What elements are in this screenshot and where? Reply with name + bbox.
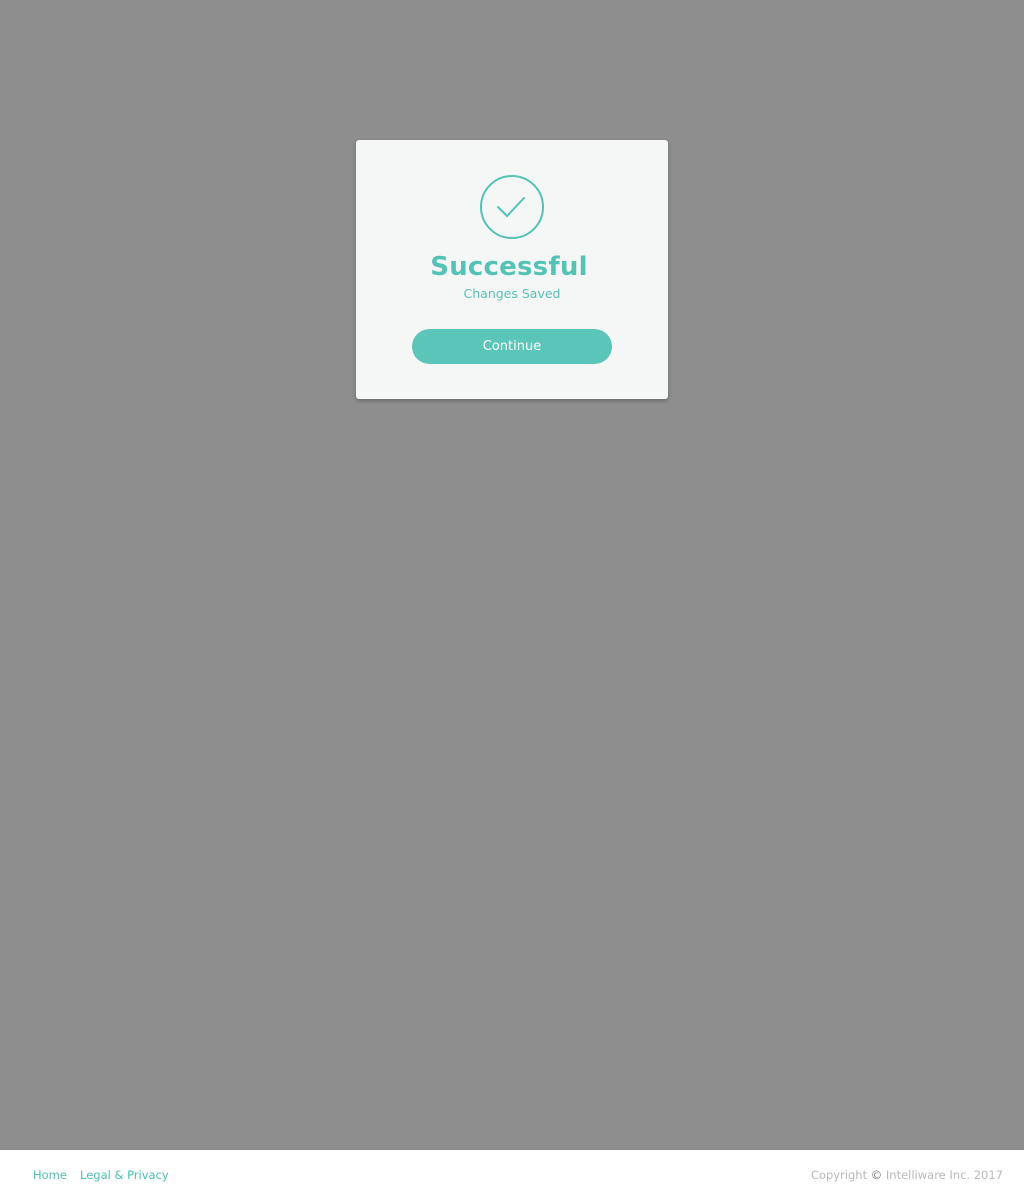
copyright-owner: Intelliware Inc. 2017 [885,1168,1003,1182]
dialog-title: Successful [430,252,588,282]
footer: Home Legal & Privacy Copyright © Intelli… [0,1150,1024,1200]
dialog-subtitle: Changes Saved [463,286,561,301]
footer-link-legal-privacy[interactable]: Legal & Privacy [80,1168,169,1182]
check-circle-icon [480,175,544,239]
copyright-prefix: Copyright [810,1168,868,1182]
footer-link-home[interactable]: Home [33,1168,67,1182]
copyright-symbol: © [870,1168,883,1182]
copyright-text: Copyright © Intelliware Inc. 2017 [811,1168,1003,1182]
success-dialog: Successful Changes Saved Continue [356,140,668,399]
continue-button[interactable]: Continue [412,329,612,364]
